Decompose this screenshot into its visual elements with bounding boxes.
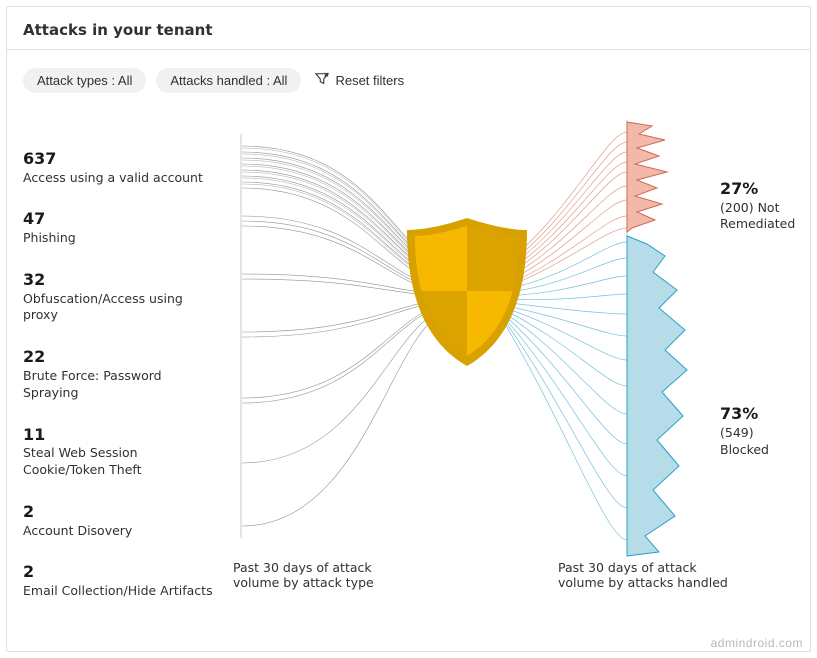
input-strands: [242, 146, 437, 526]
caption-attack-type: Past 30 days of attack volume by attack …: [233, 560, 413, 590]
sankey-chart: 637 Access using a valid account 47 Phis…: [7, 98, 810, 598]
caption-attacks-handled: Past 30 days of attack volume by attacks…: [558, 560, 738, 590]
attack-type-count: 637: [23, 148, 213, 170]
attack-type-count: 22: [23, 346, 213, 368]
shield-icon: [407, 218, 527, 366]
attacks-card: Attacks in your tenant Attack types : Al…: [6, 6, 811, 652]
hist-blocked: [627, 236, 687, 556]
outcome-pct: 27%: [720, 178, 802, 200]
outcomes-list: 27% (200) Not Remediated 73% (549) Block…: [720, 178, 802, 459]
outcome-sub: (200) Not Remediated: [720, 200, 802, 234]
hist-not-remediated: [627, 122, 667, 232]
reset-filters-label: Reset filters: [335, 74, 404, 87]
attack-type-count: 47: [23, 208, 213, 230]
attack-type-row: 47 Phishing: [23, 208, 213, 246]
attack-type-count: 2: [23, 501, 213, 523]
outcome-pct: 73%: [720, 403, 802, 425]
attack-type-label: Brute Force: Password Spraying: [23, 368, 213, 402]
filter-bar: Attack types : All Attacks handled : All…: [7, 50, 810, 98]
attack-type-label: Obfuscation/Access using proxy: [23, 291, 213, 325]
watermark: admindroid.com: [711, 636, 803, 650]
attack-type-row: 22 Brute Force: Password Spraying: [23, 346, 213, 401]
sankey-flow-viz: [207, 108, 717, 578]
attack-type-count: 11: [23, 424, 213, 446]
card-title: Attacks in your tenant: [23, 21, 794, 39]
outcome-sub: (549) Blocked: [720, 425, 802, 459]
attack-type-label: Phishing: [23, 230, 213, 247]
outcome-blocked: 73% (549) Blocked: [720, 403, 802, 458]
attack-type-row: 11 Steal Web Session Cookie/Token Theft: [23, 424, 213, 479]
axis-captions: Past 30 days of attack volume by attack …: [23, 560, 794, 590]
reset-filters-button[interactable]: Reset filters: [311, 66, 408, 94]
attack-type-row: 637 Access using a valid account: [23, 148, 213, 186]
attack-type-label: Steal Web Session Cookie/Token Theft: [23, 445, 213, 479]
attack-type-label: Access using a valid account: [23, 170, 213, 187]
outcome-not-remediated: 27% (200) Not Remediated: [720, 178, 802, 233]
filter-attack-types[interactable]: Attack types : All: [23, 68, 146, 93]
attack-types-list: 637 Access using a valid account 47 Phis…: [23, 148, 213, 622]
card-header: Attacks in your tenant: [7, 7, 810, 50]
attack-type-row: 2 Account Disovery: [23, 501, 213, 539]
filter-reset-icon: [315, 72, 329, 88]
attack-type-label: Account Disovery: [23, 523, 213, 540]
attack-type-row: 32 Obfuscation/Access using proxy: [23, 269, 213, 324]
attack-type-count: 32: [23, 269, 213, 291]
input-strands-dense: [242, 148, 437, 281]
filter-attacks-handled[interactable]: Attacks handled : All: [156, 68, 301, 93]
